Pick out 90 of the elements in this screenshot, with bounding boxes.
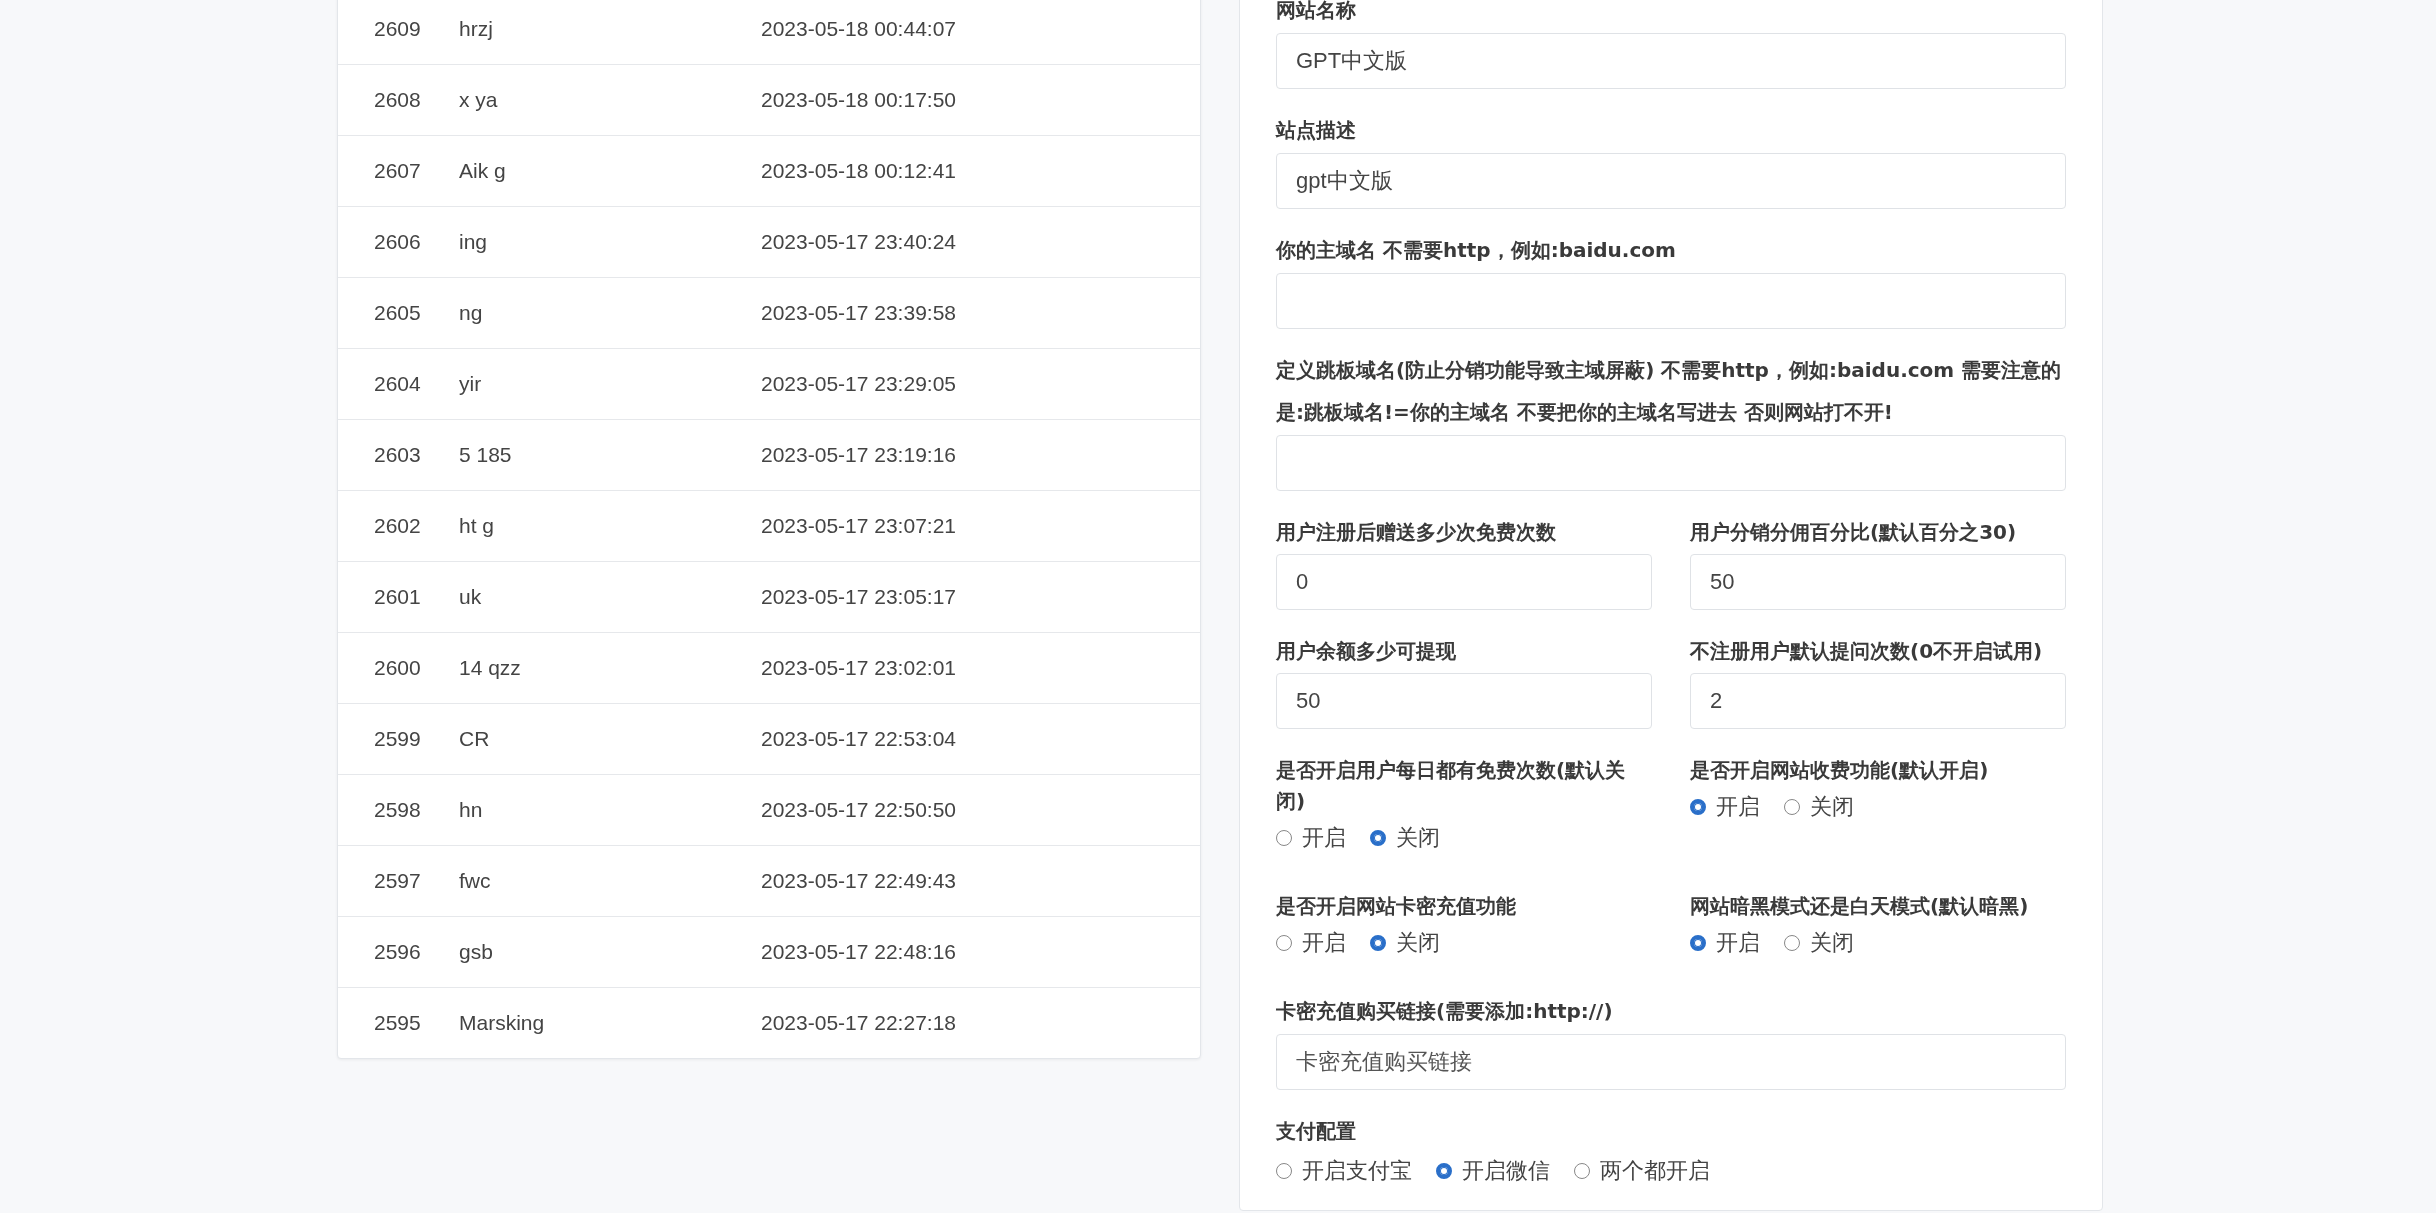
radio-button[interactable] [1276,830,1292,846]
register-time: 2023-05-17 23:19:16 [761,443,956,467]
register-time: 2023-05-17 23:05:17 [761,585,956,609]
input-field[interactable]: 2 [1690,673,2066,729]
input-field[interactable]: 50 [1690,554,2066,610]
user-name: Aik g [459,159,507,183]
register-time: 2023-05-17 23:39:58 [761,301,956,325]
user-name: Marsking [459,1011,546,1035]
register-time: 2023-05-18 00:17:50 [761,88,956,112]
radio-button[interactable] [1690,935,1706,951]
field-label: 用户余额多少可提现 [1276,638,1457,665]
user-id: 2595 [373,1011,422,1035]
field-label: 用户注册后赠送多少次免费次数 [1276,519,1557,546]
user-name: hrzj [459,17,494,41]
user-name: ng [459,301,484,325]
field-label: 卡密充值购买链接(需要添加:http://) [1276,998,1614,1025]
register-time: 2023-05-17 23:29:05 [761,372,956,396]
user-name: ing [459,230,489,254]
user-id: 2599 [373,727,422,751]
field-label: 网站名称 [1276,0,1357,24]
radio-button[interactable] [1436,1163,1452,1179]
radio-option[interactable]: 开启 [1276,928,1346,958]
field-label: 网站暗黑模式还是白天模式(默认暗黑) [1690,893,2030,920]
user-id: 2600 [373,656,422,680]
radio-button[interactable] [1784,935,1800,951]
register-time: 2023-05-17 22:27:18 [761,1011,956,1035]
register-time: 2023-05-17 22:53:04 [761,727,956,751]
radio-button[interactable] [1276,1163,1292,1179]
input-field[interactable] [1276,435,2066,491]
field-label: 是否开启网站收费功能(默认开启) [1690,757,1990,784]
input-field[interactable] [1276,273,2066,329]
radio-option[interactable]: 关闭 [1784,928,1854,958]
radio-button[interactable] [1370,935,1386,951]
user-id: 2607 [373,159,422,183]
user-id: 2598 [373,798,422,822]
user-name: hn [459,798,484,822]
radio-button[interactable] [1574,1163,1590,1179]
user-name: uk [459,585,483,609]
radio-option[interactable]: 关闭 [1370,928,1440,958]
user-id: 2603 [373,443,422,467]
user-id: 2605 [373,301,422,325]
user-id: 2596 [373,940,422,964]
radio-option[interactable]: 开启微信 [1436,1156,1550,1186]
user-name: 5 185 [459,443,513,467]
user-name: x ya [459,88,499,112]
radio-option[interactable]: 开启 [1690,928,1760,958]
register-time: 2023-05-18 00:44:07 [761,17,956,41]
input-field[interactable]: 卡密充值购买链接 [1276,1034,2066,1090]
register-time: 2023-05-17 23:02:01 [761,656,956,680]
user-id: 2601 [373,585,422,609]
radio-option[interactable]: 关闭 [1784,792,1854,822]
register-time: 2023-05-17 23:07:21 [761,514,956,538]
input-field[interactable]: GPT中文版 [1276,33,2066,89]
input-field[interactable]: gpt中文版 [1276,153,2066,209]
radio-option[interactable]: 开启 [1276,823,1346,853]
field-label: 是否开启网站卡密充值功能 [1276,893,1517,920]
user-id: 2608 [373,88,422,112]
radio-button[interactable] [1370,830,1386,846]
register-time: 2023-05-17 22:50:50 [761,798,956,822]
field-label: 是否开启用户每日都有免费次数(默认关闭) [1276,757,1627,815]
input-field[interactable]: 50 [1276,673,1652,729]
user-name: CR [459,727,491,751]
radio-option[interactable]: 开启 [1690,792,1760,822]
radio-option[interactable]: 两个都开启 [1574,1156,1710,1186]
register-time: 2023-05-17 23:40:24 [761,230,956,254]
radio-button[interactable] [1690,799,1706,815]
field-label: 定义跳板域名(防止分销功能导致主域屏蔽) 不需要http，例如:baidu.com 需要注意的是:跳板域名!=你的主域名 不要把你的主域名写进去 否则网站打不开! [1276,357,2063,426]
user-name: ht g [459,514,496,538]
user-id: 2602 [373,514,422,538]
user-id: 2604 [373,372,422,396]
field-label: 支付配置 [1276,1118,1357,1145]
field-label: 用户分销分佣百分比(默认百分之30) [1690,519,2018,546]
radio-option[interactable]: 关闭 [1370,823,1440,853]
user-id: 2609 [373,17,422,41]
user-id: 2606 [373,230,422,254]
field-label: 不注册用户默认提问次数(0不开启试用) [1690,638,2044,665]
user-name: 14 qzz [459,656,522,680]
register-time: 2023-05-18 00:12:41 [761,159,956,183]
user-name: gsb [459,940,494,964]
field-label: 站点描述 [1276,117,1357,144]
radio-button[interactable] [1784,799,1800,815]
radio-button[interactable] [1276,935,1292,951]
register-time: 2023-05-17 22:49:43 [761,869,956,893]
input-field[interactable]: 0 [1276,554,1652,610]
field-label: 你的主域名 不需要http，例如:baidu.com [1276,237,1677,264]
user-name: fwc [459,869,492,893]
user-name: yir [459,372,483,396]
radio-option[interactable]: 开启支付宝 [1276,1156,1412,1186]
user-id: 2597 [373,869,422,893]
register-time: 2023-05-17 22:48:16 [761,940,956,964]
